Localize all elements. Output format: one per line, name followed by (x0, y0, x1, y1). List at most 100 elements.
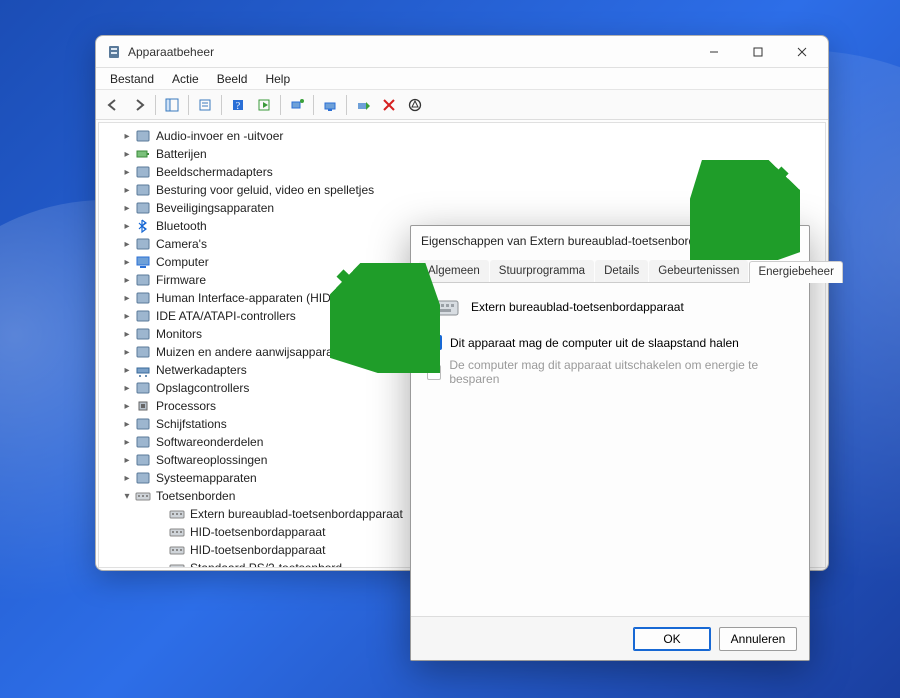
expander-icon[interactable]: ▸ (121, 149, 133, 160)
expander-icon[interactable]: ▸ (121, 167, 133, 178)
swcomp-icon (135, 434, 151, 450)
menu-beeld[interactable]: Beeld (209, 70, 256, 88)
expander-icon[interactable]: ▸ (121, 203, 133, 214)
tree-node[interactable]: ▸Beeldschermadapters (101, 163, 825, 181)
forward-button[interactable] (126, 93, 152, 117)
window-title: Apparaatbeheer (128, 45, 692, 59)
ok-button[interactable]: OK (633, 627, 711, 651)
bluetooth-icon (135, 218, 151, 234)
tree-node-label: Muizen en andere aanwijsapparaten (156, 345, 349, 359)
tree-node[interactable]: ▸ Besturing voor geluid, video en spellet… (101, 181, 825, 199)
expander-icon[interactable]: ▸ (121, 473, 133, 484)
checkbox-poweroff-row: De computer mag dit apparaat uitschakele… (427, 358, 793, 386)
scan-hardware-button[interactable] (284, 93, 310, 117)
expander-icon[interactable]: ▸ (121, 275, 133, 286)
tree-node-label: Softwareoplossingen (156, 453, 267, 467)
tab-gebeurtenissen[interactable]: Gebeurtenissen (649, 260, 748, 282)
expander-icon[interactable]: ▸ (121, 365, 133, 376)
expander-icon[interactable]: ▸ (121, 455, 133, 466)
toolbar: ? (96, 90, 828, 120)
cancel-button[interactable]: Annuleren (719, 627, 797, 651)
keyboard-icon (169, 560, 185, 568)
tree-node-label: Camera's (156, 237, 207, 251)
dialog-body: Extern bureaublad-toetsenbordapparaat Di… (411, 283, 809, 616)
tree-node-label: Monitors (156, 327, 202, 341)
show-hide-tree-button[interactable] (159, 93, 185, 117)
battery-icon (135, 146, 151, 162)
expander-icon[interactable]: ▸ (121, 185, 133, 196)
keyboard-icon (169, 524, 185, 540)
checkbox-wake-row[interactable]: Dit apparaat mag de computer uit de slaa… (427, 335, 793, 350)
dialog-title: Eigenschappen van Extern bureaublad-toet… (421, 234, 765, 248)
tree-node-label: Firmware (156, 273, 206, 287)
expander-icon[interactable]: ▸ (121, 239, 133, 250)
properties-dialog: Eigenschappen van Extern bureaublad-toet… (410, 225, 810, 661)
expander-icon[interactable]: ▸ (121, 311, 133, 322)
disk-icon (135, 416, 151, 432)
expander-icon[interactable]: ▸ (121, 257, 133, 268)
tab-details[interactable]: Details (595, 260, 648, 282)
tree-node-label: Processors (156, 399, 216, 413)
menu-help[interactable]: Help (257, 70, 298, 88)
menu-bestand[interactable]: Bestand (102, 70, 162, 88)
expander-icon[interactable]: ▸ (121, 419, 133, 430)
keyboard-icon (427, 297, 459, 317)
tab-energiebeheer[interactable]: Energiebeheer (749, 261, 842, 283)
tree-node-label: Toetsenborden (156, 489, 235, 503)
dialog-titlebar: Eigenschappen van Extern bureaublad-toet… (411, 226, 809, 256)
tree-node[interactable]: ▸ Beveiligingsapparaten (101, 199, 825, 217)
dialog-close-button[interactable] (765, 228, 807, 254)
tree-node[interactable]: ▸ Batterijen (101, 145, 825, 163)
tree-node-label: Computer (156, 255, 209, 269)
close-button[interactable] (780, 38, 824, 66)
help-button[interactable]: ? (225, 93, 251, 117)
tree-node[interactable]: ▸ Audio-invoer en -uitvoer (101, 127, 825, 145)
storage-icon (135, 380, 151, 396)
enable-device-button[interactable] (350, 93, 376, 117)
network-icon (135, 362, 151, 378)
uninstall-device-button[interactable] (376, 93, 402, 117)
system-icon (135, 470, 151, 486)
maximize-button[interactable] (736, 38, 780, 66)
expander-icon[interactable]: ▾ (121, 491, 133, 502)
expander-icon[interactable]: ▸ (121, 383, 133, 394)
action-button[interactable] (251, 93, 277, 117)
disable-device-button[interactable] (402, 93, 428, 117)
tab-algemeen[interactable]: Algemeen (419, 260, 489, 282)
checkbox-wake-label: Dit apparaat mag de computer uit de slaa… (450, 336, 739, 350)
expander-icon[interactable]: ▸ (121, 401, 133, 412)
expander-icon[interactable]: ▸ (121, 347, 133, 358)
firmware-icon (135, 272, 151, 288)
tree-node-label: Besturing voor geluid, video en spelletj… (156, 183, 374, 197)
tree-node-label: Bluetooth (156, 219, 207, 233)
tree-node-label: Beveiligingsapparaten (156, 201, 274, 215)
expander-icon[interactable]: ▸ (121, 329, 133, 340)
mouse-icon (135, 344, 151, 360)
tree-node-label: Human Interface-apparaten (HID) (156, 291, 335, 305)
tree-node-label: Audio-invoer en -uitvoer (156, 129, 283, 143)
keyboard-icon (169, 506, 185, 522)
tab-stuurprogramma[interactable]: Stuurprogramma (490, 260, 594, 282)
tree-node-label: Batterijen (156, 147, 207, 161)
tree-node-label: IDE ATA/ATAPI-controllers (156, 309, 296, 323)
app-icon (106, 44, 122, 60)
tree-node-label: Softwareonderdelen (156, 435, 263, 449)
tree-leaf-label: HID-toetsenbordapparaat (190, 525, 325, 539)
expander-icon[interactable]: ▸ (121, 437, 133, 448)
menu-actie[interactable]: Actie (164, 70, 207, 88)
camera-icon (135, 236, 151, 252)
expander-icon[interactable]: ▸ (121, 131, 133, 142)
device-name: Extern bureaublad-toetsenbordapparaat (471, 300, 684, 314)
ide-icon (135, 308, 151, 324)
tree-leaf-label: Extern bureaublad-toetsenbordapparaat (190, 507, 403, 521)
tree-node-label: Opslagcontrollers (156, 381, 249, 395)
checkbox-wake[interactable] (427, 335, 442, 350)
expander-icon[interactable]: ▸ (121, 221, 133, 232)
keyboard-icon (169, 542, 185, 558)
cpu-icon (135, 398, 151, 414)
update-driver-button[interactable] (317, 93, 343, 117)
properties-button[interactable] (192, 93, 218, 117)
expander-icon[interactable]: ▸ (121, 293, 133, 304)
minimize-button[interactable] (692, 38, 736, 66)
back-button[interactable] (100, 93, 126, 117)
